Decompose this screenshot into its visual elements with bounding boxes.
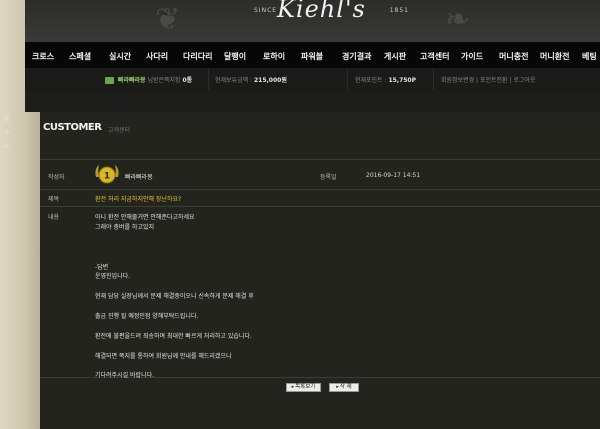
nav-item[interactable]: 게시판 bbox=[384, 51, 406, 62]
body-line: 운영진입니다. bbox=[95, 273, 131, 281]
camera-icon bbox=[105, 77, 114, 84]
account-links[interactable]: 회원정보변경 | 포인트전환 | 로그아웃 bbox=[441, 75, 535, 84]
writer-row: 작성자 1 빠라빠라몽 등록일 2016-09-17 14:51 bbox=[40, 159, 600, 189]
nav-item[interactable]: 크로스 bbox=[32, 51, 54, 62]
nav-item[interactable]: 실시간 bbox=[109, 51, 131, 62]
brand-since: SINCE bbox=[254, 7, 278, 14]
content-row: 내용 아니 환전 안해줄거면 안해준다고하세요그래야 충버를 하고있지 -답변운영… bbox=[40, 206, 600, 380]
level-number: 1 bbox=[104, 172, 110, 182]
body-line: 기다려주시길 바랍니다. bbox=[95, 372, 155, 380]
points: 현재포인트 : 15,750P bbox=[355, 75, 416, 84]
points-value: 15,750P bbox=[388, 77, 417, 84]
brand-year: 1851 bbox=[389, 7, 409, 14]
divider bbox=[208, 68, 209, 90]
delete-button-label: 삭 제 bbox=[339, 384, 352, 390]
nav-item[interactable]: 파워볼 bbox=[301, 51, 323, 62]
list-button-label: 목록보기 bbox=[295, 384, 316, 390]
body-line: 현재 담당 실장님께서 문제 해결중이오니 신속하게 문제 해결 후 bbox=[95, 293, 254, 301]
nav-item[interactable]: 경기결과 bbox=[342, 51, 371, 62]
left-ornament: ❦ ✦ ❧ bbox=[2, 112, 12, 153]
user-status: 빠라빠라몽 님받은쪽지함 0통 bbox=[105, 75, 192, 84]
user-infobar: 빠라빠라몽 님받은쪽지함 0통 현재보유금액 : 215,000원 현재포인트 … bbox=[25, 68, 600, 90]
writer-label: 작성자 bbox=[48, 174, 65, 181]
brand-logo[interactable]: SINCE Kiehl's 1851 bbox=[249, 0, 409, 26]
nav-item[interactable]: 머니환전 bbox=[540, 51, 569, 62]
body-line: 환전에 불편을드려 죄송하며 최대한 빠르게 처리하고 있습니다. bbox=[95, 332, 252, 340]
divider bbox=[347, 68, 348, 90]
arrow-right-icon: ▸ bbox=[336, 384, 339, 390]
spacer bbox=[25, 90, 600, 112]
subject-row: 제목 환전 처리 지금하지안해 장난하요? bbox=[40, 189, 600, 206]
nav-item[interactable]: 고객센터 bbox=[420, 51, 449, 62]
nav-item[interactable]: 로하이 bbox=[263, 51, 285, 62]
balance: 현재보유금액 : 215,000원 bbox=[215, 75, 287, 84]
main-nav: 크로스 스페셜 실시간 사다리 다리다리 달팽이 로하이 파워볼 경기결과 게시판 고객센터 가이드 머… bbox=[25, 42, 600, 68]
nav-item[interactable]: 사다리 bbox=[146, 51, 168, 62]
nav-item[interactable]: 다리다리 bbox=[183, 51, 212, 62]
post-board: 작성자 1 빠라빠라몽 등록일 2016-09-17 14:51 제목 환전 처… bbox=[40, 159, 600, 380]
content-label: 내용 bbox=[48, 214, 60, 221]
message-label[interactable]: 님받은쪽지함 bbox=[147, 77, 180, 84]
body-line: 출금 진행 될 예정인점 양해부탁드립니다. bbox=[95, 313, 199, 320]
level-badge-icon: 1 bbox=[95, 165, 119, 184]
brand-name: Kiehl's bbox=[277, 0, 366, 23]
writer-name: 빠라빠라몽 bbox=[125, 174, 153, 181]
body-line: -답변 bbox=[95, 263, 109, 271]
nav-item[interactable]: 달팽이 bbox=[224, 51, 246, 62]
nav-item[interactable]: 스페셜 bbox=[69, 51, 91, 62]
delete-button[interactable]: ▸삭 제 bbox=[329, 383, 359, 392]
main-content: CUSTOMER 고객센터 작성자 1 빠라빠라몽 등록일 2016-09-17… bbox=[40, 112, 600, 429]
subject-label: 제목 bbox=[48, 196, 60, 203]
date-label: 등록일 bbox=[320, 174, 337, 181]
page-title: CUSTOMER bbox=[43, 122, 102, 133]
nav-item[interactable]: 가이드 bbox=[461, 51, 483, 62]
header-banner: ❦ ❧ SINCE Kiehl's 1851 bbox=[25, 0, 600, 42]
nav-item[interactable]: 베팅 bbox=[582, 51, 597, 62]
body-line: 그래야 충버를 하고있지 bbox=[95, 223, 155, 231]
post-date: 2016-09-17 14:51 bbox=[366, 172, 421, 179]
body-line: 아니 환전 안해줄거면 안해준다고하세요 bbox=[95, 214, 195, 221]
body-line: 해결되면 쪽지를 통하여 회원님께 안내를 해드리겠으니 bbox=[95, 352, 232, 360]
balance-value: 215,000원 bbox=[253, 77, 287, 84]
divider bbox=[433, 68, 434, 90]
balance-label: 현재보유금액 : bbox=[215, 77, 253, 84]
ornament-right: ❧ bbox=[445, 2, 471, 37]
points-label: 현재포인트 : bbox=[355, 77, 387, 84]
list-button[interactable]: ▸목록보기 bbox=[286, 383, 321, 392]
post-subject: 환전 처리 지금하지안해 장난하요? bbox=[95, 196, 182, 203]
message-count: 0통 bbox=[182, 77, 193, 84]
nav-item[interactable]: 머니충전 bbox=[499, 51, 528, 62]
arrow-right-icon: ▸ bbox=[291, 384, 295, 390]
ornament-left: ❦ bbox=[155, 2, 181, 37]
page-subtitle: 고객센터 bbox=[108, 127, 131, 134]
username[interactable]: 빠라빠라몽 bbox=[118, 77, 146, 84]
